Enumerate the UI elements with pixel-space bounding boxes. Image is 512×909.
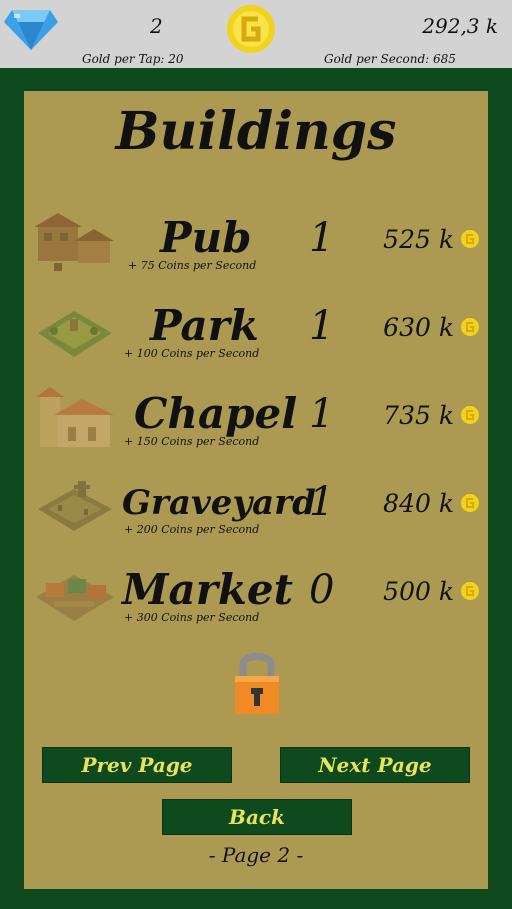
- building-description: + 100 Coins per Second: [124, 347, 260, 360]
- building-count: 1: [309, 303, 335, 349]
- graveyard-building-icon: [38, 481, 112, 531]
- coin-icon: [461, 230, 479, 248]
- building-description: + 200 Coins per Second: [124, 523, 260, 536]
- building-count: 1: [309, 215, 335, 261]
- chapel-building-icon: [36, 387, 114, 447]
- building-name: Graveyard: [122, 483, 316, 523]
- buildings-panel: Buildings Pub + 75 Coins per Second 1 52…: [24, 91, 488, 889]
- coin-icon: [461, 582, 479, 600]
- gems-count: 2: [150, 14, 163, 38]
- building-price: 630 k: [383, 313, 454, 342]
- building-count: 1: [309, 479, 335, 525]
- building-price: 500 k: [383, 577, 454, 606]
- coin-icon: [461, 318, 479, 336]
- building-name: Chapel: [134, 389, 298, 438]
- market-building-icon: [36, 575, 114, 621]
- next-page-button[interactable]: Next Page: [280, 747, 470, 783]
- building-description: + 300 Coins per Second: [124, 611, 260, 624]
- page-title: Buildings: [115, 101, 397, 162]
- building-row-pub[interactable]: Pub + 75 Coins per Second 1 525 k: [24, 211, 488, 297]
- gold-per-second: Gold per Second: 685: [324, 52, 456, 66]
- gold-total: 292,3 k: [422, 14, 498, 38]
- pub-building-icon: [34, 213, 114, 271]
- coin-icon: [461, 406, 479, 424]
- building-count: 1: [309, 391, 335, 437]
- building-description: + 75 Coins per Second: [128, 259, 257, 272]
- coin-icon: [461, 494, 479, 512]
- building-description: + 150 Coins per Second: [124, 435, 260, 448]
- building-name: Market: [122, 565, 294, 614]
- building-row-graveyard[interactable]: Graveyard + 200 Coins per Second 1 840 k: [24, 475, 488, 561]
- gold-per-tap: Gold per Tap: 20: [82, 52, 184, 66]
- park-building-icon: [38, 311, 112, 357]
- gem-icon: [4, 10, 58, 50]
- prev-page-button[interactable]: Prev Page: [42, 747, 232, 783]
- building-row-chapel[interactable]: Chapel + 150 Coins per Second 1 735 k: [24, 387, 488, 473]
- building-row-park[interactable]: Park + 100 Coins per Second 1 630 k: [24, 299, 488, 385]
- building-count: 0: [309, 567, 335, 613]
- building-name: Park: [150, 301, 259, 350]
- building-name: Pub: [160, 213, 252, 262]
- gold-coin-icon: [227, 5, 275, 53]
- back-button[interactable]: Back: [162, 799, 352, 835]
- building-price: 840 k: [383, 489, 454, 518]
- page-indicator: - Page 2 -: [208, 843, 304, 867]
- padlock-icon[interactable]: [231, 648, 283, 718]
- building-row-market[interactable]: Market + 300 Coins per Second 0 500 k: [24, 563, 488, 649]
- top-bar: 2 292,3 k Gold per Tap: 20 Gold per Seco…: [0, 0, 512, 68]
- building-price: 525 k: [383, 225, 454, 254]
- building-price: 735 k: [383, 401, 454, 430]
